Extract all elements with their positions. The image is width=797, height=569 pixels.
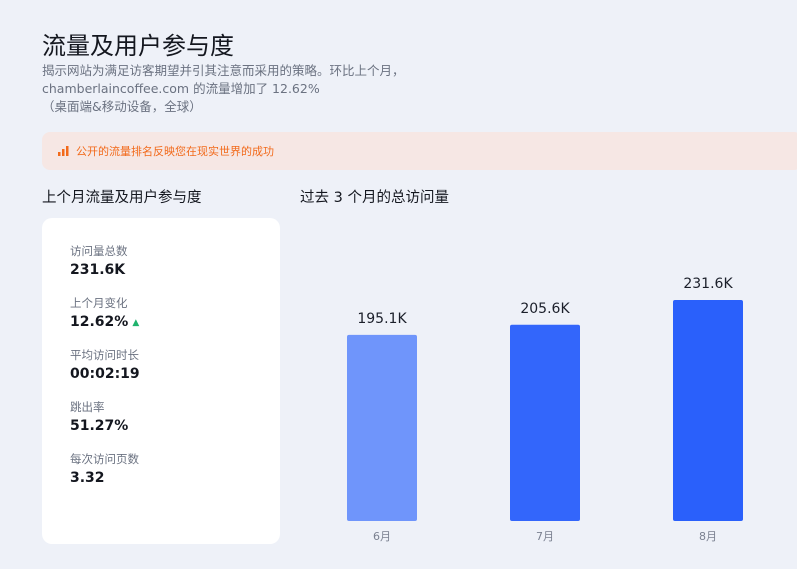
metric-label: 每次访问页数 — [70, 452, 139, 466]
metric-label: 跳出率 — [70, 400, 105, 414]
metric-total-visits: 访问量总数 231.6K — [70, 244, 128, 279]
bar-value-label: 231.6K — [683, 276, 733, 292]
metric-value: 12.62% — [70, 314, 129, 330]
metrics-card: 访问量总数 231.6K 上个月变化 12.62% ▲ 平均访问时长 00:02:… — [42, 218, 280, 544]
description-line-2: chamberlaincoffee.com 的流量增加了 12.62% — [42, 81, 320, 96]
metric-value: 231.6K — [70, 262, 126, 278]
metric-monthly-change: 上个月变化 12.62% ▲ — [70, 296, 139, 332]
metric-pages-per-visit: 每次访问页数 3.32 — [70, 452, 139, 487]
metric-value-row: 12.62% ▲ — [70, 313, 139, 332]
banner-text: 公开的流量排名反映您在现实世界的成功 — [76, 145, 274, 158]
metric-value: 51.27% — [70, 418, 129, 434]
metric-value: 3.32 — [70, 470, 105, 486]
x-tick-label: 8月 — [699, 530, 717, 543]
description-line-1: 揭示网站为满足访客期望并引其注意而采用的策略。环比上个月， — [42, 63, 405, 78]
metric-label: 平均访问时长 — [70, 348, 139, 362]
visits-bar-chart: 195.1K 6月 205.6K 7月 231.6K 8月 — [347, 276, 743, 543]
last-month-section-title: 上个月流量及用户参与度 — [42, 190, 202, 206]
metric-avg-duration: 平均访问时长 00:02:19 — [70, 348, 140, 383]
metric-label: 上个月变化 — [70, 296, 128, 310]
bar-6月[interactable] — [347, 334, 417, 521]
ranking-banner[interactable]: 公开的流量排名反映您在现实世界的成功 — [42, 132, 797, 170]
metric-label: 访问量总数 — [70, 244, 128, 258]
bar-value-label: 205.6K — [520, 301, 570, 317]
bar-8月[interactable] — [673, 300, 743, 521]
metric-value: 00:02:19 — [70, 366, 140, 382]
bar-value-label: 195.1K — [357, 311, 407, 327]
up-arrow-icon: ▲ — [132, 318, 140, 328]
bar-7月[interactable] — [510, 324, 580, 521]
x-tick-label: 6月 — [373, 530, 391, 543]
page-title: 流量及用户参与度 — [42, 32, 234, 60]
description-line-3: （桌面端&移动设备，全球） — [42, 99, 202, 114]
three-month-section-title: 过去 3 个月的总访问量 — [300, 190, 449, 206]
x-tick-label: 7月 — [536, 530, 554, 543]
bar-chart-icon — [58, 146, 69, 156]
page-description: 揭示网站为满足访客期望并引其注意而采用的策略。环比上个月， chamberlai… — [42, 62, 405, 116]
metric-bounce-rate: 跳出率 51.27% — [70, 400, 128, 435]
traffic-engagement-page: 流量及用户参与度 揭示网站为满足访客期望并引其注意而采用的策略。环比上个月， c… — [0, 0, 797, 569]
